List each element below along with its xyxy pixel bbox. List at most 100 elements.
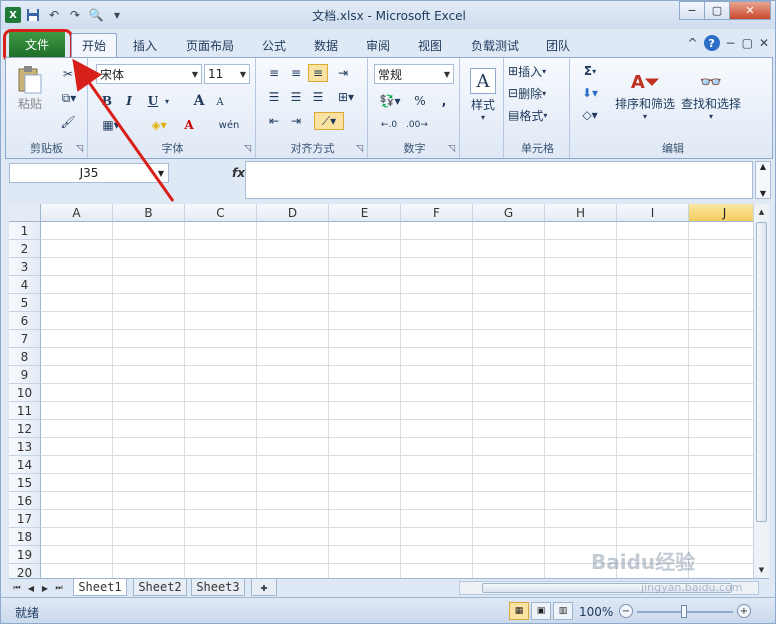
- prev-sheet-icon[interactable]: ◀: [25, 581, 37, 595]
- align-top-icon[interactable]: ≡: [264, 64, 284, 82]
- row-header[interactable]: 6: [9, 312, 41, 330]
- font-launcher-icon[interactable]: ◹: [244, 144, 251, 154]
- row-header[interactable]: 15: [9, 474, 41, 492]
- restore-button[interactable]: ▢: [704, 1, 730, 20]
- row-header[interactable]: 10: [9, 384, 41, 402]
- sheet-tab-2[interactable]: Sheet2: [133, 579, 187, 596]
- vertical-scroll-thumb[interactable]: [756, 222, 767, 522]
- zoom-out-button[interactable]: −: [619, 604, 633, 618]
- new-sheet-icon[interactable]: ✚: [251, 579, 277, 596]
- align-middle-icon[interactable]: ≡: [286, 64, 306, 82]
- column-header[interactable]: F: [401, 204, 473, 222]
- styles-button[interactable]: A 样式 ▾: [466, 62, 500, 128]
- row-header[interactable]: 11: [9, 402, 41, 420]
- align-center-icon[interactable]: ☰: [286, 88, 306, 106]
- page-break-view-icon[interactable]: ▥: [553, 602, 573, 620]
- doc-restore-button[interactable]: ▢: [742, 36, 753, 50]
- format-cells-button[interactable]: ▤ 格式 ▾: [508, 106, 566, 124]
- chevron-down-icon[interactable]: ▼: [158, 169, 164, 178]
- autosum-button[interactable]: Σ ▾: [576, 62, 604, 80]
- number-launcher-icon[interactable]: ◹: [448, 144, 455, 154]
- formula-input[interactable]: [245, 161, 753, 199]
- sheet-tab-1[interactable]: Sheet1: [73, 579, 127, 596]
- row-header[interactable]: 5: [9, 294, 41, 312]
- increase-indent-icon[interactable]: ⇥: [286, 112, 306, 130]
- find-select-button[interactable]: 👓 查找和选择 ▾: [678, 62, 744, 128]
- row-header[interactable]: 14: [9, 456, 41, 474]
- decrease-decimal-icon[interactable]: .00→: [404, 116, 430, 134]
- decrease-indent-icon[interactable]: ⇤: [264, 112, 284, 130]
- first-sheet-icon[interactable]: ⏮: [11, 581, 23, 595]
- sort-filter-button[interactable]: A⏷ 排序和筛选 ▾: [610, 62, 680, 128]
- tab-page-layout[interactable]: 页面布局: [177, 33, 243, 57]
- column-header[interactable]: H: [545, 204, 617, 222]
- name-box[interactable]: J35 ▼: [9, 163, 169, 183]
- row-header[interactable]: 9: [9, 366, 41, 384]
- zoom-level[interactable]: 100%: [579, 605, 613, 619]
- minimize-button[interactable]: −: [679, 1, 705, 20]
- close-button[interactable]: ✕: [729, 1, 771, 20]
- increase-decimal-icon[interactable]: ←.0: [376, 116, 402, 134]
- phonetic-guide-button[interactable]: wén: [214, 116, 244, 134]
- row-header[interactable]: 19: [9, 546, 41, 564]
- format-painter-icon[interactable]: 🖌: [58, 112, 78, 132]
- row-header[interactable]: 13: [9, 438, 41, 456]
- zoom-slider-thumb[interactable]: [681, 605, 687, 618]
- row-header[interactable]: 8: [9, 348, 41, 366]
- tab-formulas[interactable]: 公式: [253, 33, 295, 57]
- row-header[interactable]: 18: [9, 528, 41, 546]
- font-size-select[interactable]: 11 ▼: [204, 64, 250, 84]
- last-sheet-icon[interactable]: ⏭: [53, 581, 65, 595]
- insert-function-button[interactable]: fx: [173, 163, 245, 183]
- alignment-launcher-icon[interactable]: ◹: [356, 144, 363, 154]
- zoom-in-button[interactable]: +: [737, 604, 751, 618]
- column-header[interactable]: E: [329, 204, 401, 222]
- font-color-button[interactable]: A: [176, 116, 202, 134]
- ribbon-toggle-icon[interactable]: ^: [687, 36, 697, 50]
- grow-font-button[interactable]: A: [190, 92, 208, 110]
- cell-area[interactable]: [41, 222, 753, 578]
- paste-button[interactable]: 粘贴: [14, 62, 46, 114]
- tab-team[interactable]: 团队: [537, 33, 579, 57]
- row-header[interactable]: 17: [9, 510, 41, 528]
- font-name-select[interactable]: 宋体 ▼: [96, 64, 202, 84]
- tab-review[interactable]: 审阅: [357, 33, 399, 57]
- shrink-font-button[interactable]: A: [212, 94, 228, 110]
- formula-bar-scroll[interactable]: ▲ ▼: [755, 161, 771, 199]
- horizontal-scrollbar[interactable]: [459, 581, 759, 595]
- delete-cells-button[interactable]: ⊟ 删除 ▾: [508, 84, 566, 102]
- underline-dropdown-icon[interactable]: ▾: [162, 92, 172, 110]
- row-header[interactable]: 20: [9, 564, 41, 578]
- column-header[interactable]: B: [113, 204, 185, 222]
- chevron-down-icon[interactable]: ▼: [760, 189, 766, 198]
- comma-style-button[interactable]: ,: [436, 92, 452, 110]
- borders-icon[interactable]: ▦▾: [98, 116, 124, 134]
- row-header[interactable]: 16: [9, 492, 41, 510]
- row-header[interactable]: 4: [9, 276, 41, 294]
- tab-insert[interactable]: 插入: [123, 33, 167, 57]
- accounting-format-icon[interactable]: 💱▾: [376, 92, 404, 110]
- horizontal-scroll-thumb[interactable]: [482, 583, 732, 593]
- sheet-tab-3[interactable]: Sheet3: [191, 579, 245, 596]
- tab-load-test[interactable]: 负载测试: [461, 33, 529, 57]
- align-right-icon[interactable]: ☰: [308, 88, 328, 106]
- align-left-icon[interactable]: ☰: [264, 88, 284, 106]
- column-header[interactable]: I: [617, 204, 689, 222]
- column-header[interactable]: D: [257, 204, 329, 222]
- normal-view-icon[interactable]: ▦: [509, 602, 529, 620]
- fill-icon[interactable]: ⬇▾: [576, 84, 604, 102]
- number-format-select[interactable]: 常规 ▼: [374, 64, 454, 84]
- column-header[interactable]: G: [473, 204, 545, 222]
- insert-cells-button[interactable]: ⊞ 插入 ▾: [508, 62, 566, 80]
- row-header[interactable]: 3: [9, 258, 41, 276]
- bold-button[interactable]: B: [98, 92, 116, 110]
- column-header[interactable]: A: [41, 204, 113, 222]
- merge-center-icon[interactable]: ⊞▾: [332, 88, 360, 106]
- fill-color-icon[interactable]: ◈▾: [146, 116, 172, 134]
- tab-home[interactable]: 开始: [71, 33, 117, 57]
- column-header[interactable]: J: [689, 204, 753, 222]
- scroll-up-icon[interactable]: ▲: [756, 206, 767, 218]
- vertical-scrollbar[interactable]: ▲ ▼: [753, 204, 769, 578]
- worksheet-grid[interactable]: ABCDEFGHIJ 1 2 3 4 5 6 7 8 9 10 11 12 13 14 15 16 17 18 19…: [9, 204, 753, 578]
- clipboard-launcher-icon[interactable]: ◹: [76, 144, 83, 154]
